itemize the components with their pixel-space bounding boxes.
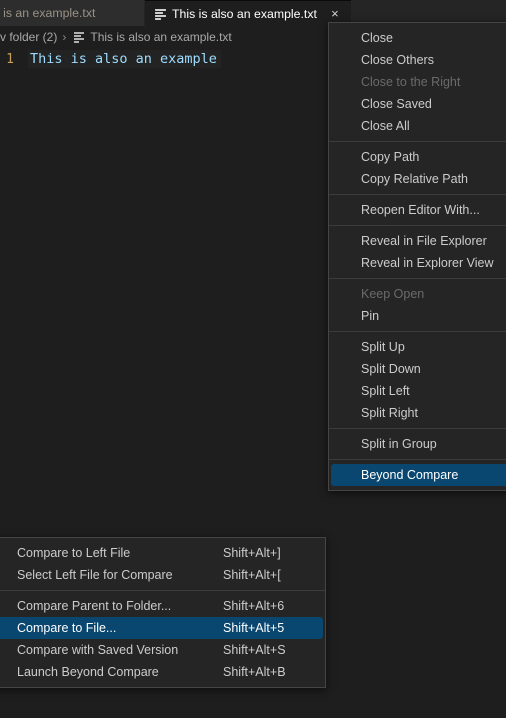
menu-item-label: Beyond Compare [361, 468, 459, 482]
menu-separator [329, 225, 506, 226]
menu-item-keybinding: Shift+Alt+[ [223, 568, 281, 582]
close-icon[interactable]: × [328, 7, 342, 20]
code-line-text: This is also an example [28, 50, 221, 68]
menu-item-label: Split Up [361, 340, 405, 354]
menu-item-label: Keep Open [361, 287, 425, 301]
menu-separator [329, 428, 506, 429]
menu-item-label: Reveal in File Explorer [361, 234, 487, 248]
menu-item[interactable]: Close Others [331, 49, 506, 71]
menu-item[interactable]: Split in Group [331, 433, 506, 455]
menu-item[interactable]: Close [331, 27, 506, 49]
menu-item-label: Split in Group [361, 437, 437, 451]
chevron-right-icon: › [62, 30, 67, 44]
menu-item: Keep Open [331, 283, 506, 305]
menu-item[interactable]: Reveal in Explorer View [331, 252, 506, 274]
menu-item-keybinding: Shift+Alt+S [223, 643, 286, 657]
menu-item[interactable]: Split Down [331, 358, 506, 380]
menu-item-keybinding: Shift+Alt+6 [223, 599, 285, 613]
menu-item-keybinding: Shift+Alt+5 [223, 621, 285, 635]
menu-item[interactable]: Split Left [331, 380, 506, 402]
menu-separator [329, 331, 506, 332]
menu-item-keybinding: Shift+Alt+] [223, 546, 281, 560]
menu-item-keybinding: Shift+Alt+B [223, 665, 286, 679]
menu-item[interactable]: Split Right [331, 402, 506, 424]
breadcrumb-file[interactable]: This is also an example.txt [90, 30, 231, 44]
menu-item[interactable]: Beyond Compare [331, 464, 506, 486]
menu-item-label: Copy Path [361, 150, 420, 164]
editor-tab-context-menu[interactable]: Close Close Others Close to the Right Close… [328, 22, 506, 491]
breadcrumb-folder[interactable]: v folder (2) [0, 30, 57, 44]
menu-separator [329, 194, 506, 195]
menu-separator [0, 590, 325, 591]
editor-tab-active[interactable]: This is also an example.txt × [145, 0, 351, 26]
line-number: 1 [6, 51, 14, 67]
menu-separator [329, 459, 506, 460]
text-file-icon [154, 7, 167, 20]
menu-item[interactable]: Copy Path [331, 146, 506, 168]
menu-item[interactable]: Reopen Editor With... [331, 199, 506, 221]
menu-item-label: Pin [361, 309, 380, 323]
menu-item-label: Split Right [361, 406, 418, 420]
menu-item-label: Close All [361, 119, 410, 133]
menu-item[interactable]: Launch Beyond Compare Shift+Alt+B [0, 661, 323, 683]
menu-item-label: Compare to File... [17, 621, 117, 635]
menu-item-label: Compare with Saved Version [17, 643, 179, 657]
menu-item[interactable]: Compare to Left File Shift+Alt+] [0, 542, 323, 564]
menu-item[interactable]: Split Up [331, 336, 506, 358]
menu-item-label: Close Others [361, 53, 434, 67]
menu-item[interactable]: Close Saved [331, 93, 506, 115]
editor-tab-active-label: This is also an example.txt [172, 6, 317, 21]
menu-item-label: Compare Parent to Folder... [17, 599, 172, 613]
menu-item[interactable]: Reveal in File Explorer [331, 230, 506, 252]
menu-item: Close to the Right [331, 71, 506, 93]
menu-item-label: Compare to Left File [17, 546, 131, 560]
menu-item-label: Reopen Editor With... [361, 203, 480, 217]
menu-item-label: Close Saved [361, 97, 432, 111]
menu-item-label: Copy Relative Path [361, 172, 469, 186]
menu-item[interactable]: Close All [331, 115, 506, 137]
menu-item-label: Launch Beyond Compare [17, 665, 159, 679]
menu-item-label: Reveal in Explorer View [361, 256, 494, 270]
menu-item-label: Close to the Right [361, 75, 461, 89]
menu-separator [329, 278, 506, 279]
beyond-compare-submenu[interactable]: Compare to Left File Shift+Alt+] Select Le… [0, 537, 326, 688]
menu-item[interactable]: Compare Parent to Folder... Shift+Alt+6 [0, 595, 323, 617]
menu-item-label: Select Left File for Compare [17, 568, 173, 582]
menu-item[interactable]: Compare with Saved Version Shift+Alt+S [0, 639, 323, 661]
text-file-icon [73, 31, 85, 43]
menu-item[interactable]: Select Left File for Compare Shift+Alt+[ [0, 564, 323, 586]
menu-item[interactable]: Pin [331, 305, 506, 327]
editor-tab-inactive-label: his is an example.txt [0, 6, 96, 20]
editor-tab-inactive[interactable]: his is an example.txt [0, 0, 145, 26]
breadcrumb: v folder (2) › This is also an example.t… [0, 26, 232, 48]
menu-item-label: Split Down [361, 362, 421, 376]
menu-item[interactable]: Compare to File... Shift+Alt+5 [0, 617, 323, 639]
menu-item[interactable]: Copy Relative Path [331, 168, 506, 190]
menu-item-label: Close [361, 31, 393, 45]
menu-separator [329, 141, 506, 142]
menu-item-label: Split Left [361, 384, 410, 398]
